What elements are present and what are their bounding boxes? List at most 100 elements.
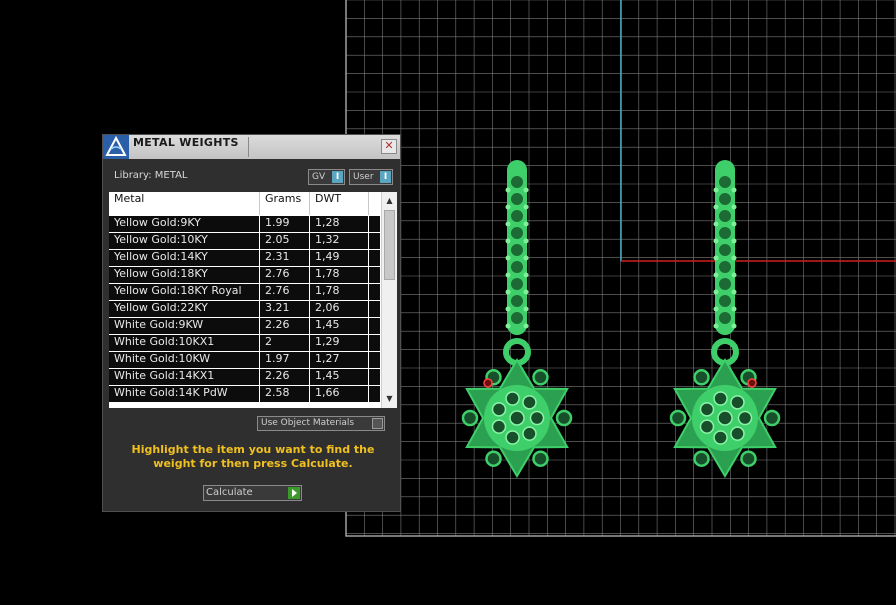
app-logo-icon bbox=[103, 135, 129, 159]
grams-cell: 1.99 bbox=[260, 216, 310, 232]
titlebar-divider bbox=[248, 137, 249, 157]
metal-cell: Yellow Gold:18KY bbox=[109, 267, 260, 283]
hook-stone bbox=[717, 293, 733, 309]
table-row[interactable]: White Gold:14KX1 2.26 1,45 bbox=[109, 368, 381, 385]
hook-bead bbox=[713, 306, 719, 312]
pendant-stone bbox=[699, 419, 715, 434]
pendant-stone bbox=[491, 419, 507, 434]
earring-model[interactable] bbox=[461, 160, 573, 478]
hook-bead bbox=[523, 204, 529, 210]
pendant-stone bbox=[730, 395, 745, 410]
table-row[interactable]: White Gold:9KW 2.26 1,45 bbox=[109, 317, 381, 334]
hook-bead bbox=[713, 204, 719, 210]
table-row[interactable]: Yellow Gold:10KY 2.05 1,32 bbox=[109, 232, 381, 249]
hook-bead bbox=[505, 306, 511, 312]
metal-cell: Yellow Gold:10KY bbox=[109, 233, 260, 249]
scroll-up-icon[interactable]: ▲ bbox=[382, 194, 397, 208]
pendant-outer-stone bbox=[485, 450, 502, 467]
table-row[interactable]: White Gold:14K PdW 2.58 1,66 bbox=[109, 385, 381, 402]
panel-titlebar[interactable]: METAL WEIGHTS ✕ bbox=[103, 135, 400, 159]
earring-model[interactable] bbox=[669, 160, 781, 478]
metal-cell: White Gold:10KW bbox=[109, 352, 260, 368]
dwt-cell: 1,32 bbox=[310, 233, 369, 249]
hook-stone bbox=[509, 242, 525, 258]
pendant-outer-stone bbox=[532, 369, 549, 386]
hook-bead bbox=[505, 221, 511, 227]
metal-weights-panel: METAL WEIGHTS ✕ Library: METAL GV I User… bbox=[102, 134, 401, 512]
pendant-stone bbox=[713, 430, 728, 445]
column-header-grams[interactable]: Grams bbox=[260, 192, 310, 215]
hook-stone bbox=[717, 174, 733, 190]
hook-bead bbox=[713, 255, 719, 261]
table-row[interactable]: Yellow Gold:18KY 2.76 1,78 bbox=[109, 266, 381, 283]
grams-cell: 2.76 bbox=[260, 284, 310, 300]
use-object-materials-label: Use Object Materials bbox=[261, 418, 355, 428]
user-toggle-switch[interactable]: I bbox=[380, 171, 391, 183]
pendant-stone bbox=[529, 410, 545, 426]
user-toggle-label: User bbox=[353, 172, 374, 182]
row-padding-cell bbox=[369, 318, 381, 334]
table-row[interactable]: Yellow Gold:9KY 1.99 1,28 bbox=[109, 215, 381, 232]
dwt-cell: 1,28 bbox=[310, 216, 369, 232]
pendant-stone bbox=[699, 402, 715, 417]
table-scrollbar[interactable]: ▲ ▼ bbox=[381, 192, 397, 408]
hook-stone bbox=[509, 276, 525, 292]
row-padding-cell bbox=[369, 301, 381, 317]
hook-bead bbox=[731, 187, 737, 193]
grams-cell: 2.26 bbox=[260, 318, 310, 334]
play-arrow-icon[interactable] bbox=[288, 487, 300, 499]
hook-bead bbox=[505, 238, 511, 244]
hook-bead bbox=[713, 238, 719, 244]
hook-bead bbox=[523, 323, 529, 329]
gv-toggle-label: GV bbox=[312, 172, 326, 182]
hook-bead bbox=[731, 255, 737, 261]
hook-bead bbox=[713, 323, 719, 329]
metal-cell: Yellow Gold:18KY Royal bbox=[109, 284, 260, 300]
scroll-thumb[interactable] bbox=[384, 210, 395, 280]
table-row[interactable]: Yellow Gold:18KY Royal 2.76 1,78 bbox=[109, 283, 381, 300]
table-row[interactable]: White Gold:10KX1 2 1,29 bbox=[109, 334, 381, 351]
hook-bead bbox=[713, 187, 719, 193]
dwt-cell: 1,66 bbox=[310, 386, 369, 402]
pendant-outer-stone bbox=[461, 409, 479, 427]
pendant-stone bbox=[522, 426, 537, 441]
hook-bead bbox=[523, 221, 529, 227]
grams-cell: 2.31 bbox=[260, 250, 310, 266]
user-toggle[interactable]: User I bbox=[349, 169, 393, 185]
close-button[interactable]: ✕ bbox=[381, 139, 397, 154]
instruction-text: Highlight the item you want to find the … bbox=[131, 443, 375, 470]
grams-cell: 2.76 bbox=[260, 267, 310, 283]
pendant-outer-stone bbox=[555, 409, 573, 427]
hook-bead bbox=[505, 323, 511, 329]
metal-cell: Yellow Gold:9KY bbox=[109, 216, 260, 232]
scroll-down-icon[interactable]: ▼ bbox=[382, 392, 397, 406]
checkbox-box[interactable] bbox=[372, 418, 383, 429]
grams-cell: 2 bbox=[260, 335, 310, 351]
gv-toggle-switch[interactable]: I bbox=[332, 171, 343, 183]
metal-cell: Yellow Gold:14KY bbox=[109, 250, 260, 266]
column-header-dwt[interactable]: DWT bbox=[310, 192, 369, 215]
pendant-stone bbox=[730, 426, 745, 441]
pendant-stone bbox=[717, 410, 733, 426]
hook-bead bbox=[523, 306, 529, 312]
hook-bead bbox=[505, 272, 511, 278]
use-object-materials-checkbox[interactable]: Use Object Materials bbox=[257, 416, 385, 431]
table-row[interactable]: Yellow Gold:14KY 2.31 1,49 bbox=[109, 249, 381, 266]
gv-toggle[interactable]: GV I bbox=[308, 169, 345, 185]
table-row[interactable]: White Gold:10KW 1.97 1,27 bbox=[109, 351, 381, 368]
pendant-outer-stone bbox=[532, 450, 549, 467]
hook-stone bbox=[717, 208, 733, 224]
pendant-stone bbox=[505, 391, 520, 406]
grams-cell: 1.97 bbox=[260, 352, 310, 368]
table-row[interactable]: Yellow Gold:22KY 3.21 2,06 bbox=[109, 300, 381, 317]
calculate-button[interactable]: Calculate bbox=[203, 485, 302, 501]
column-header-metal[interactable]: Metal bbox=[109, 192, 260, 215]
dwt-cell: 1,78 bbox=[310, 267, 369, 283]
hook-bead bbox=[731, 306, 737, 312]
row-padding-cell bbox=[369, 386, 381, 402]
dwt-cell: 1,45 bbox=[310, 369, 369, 385]
pendant-stone bbox=[522, 395, 537, 410]
table-body: Yellow Gold:9KY 1.99 1,28 Yellow Gold:10KY 2… bbox=[109, 215, 381, 402]
hook-bead bbox=[523, 238, 529, 244]
pendant-outer-stone bbox=[693, 369, 710, 386]
